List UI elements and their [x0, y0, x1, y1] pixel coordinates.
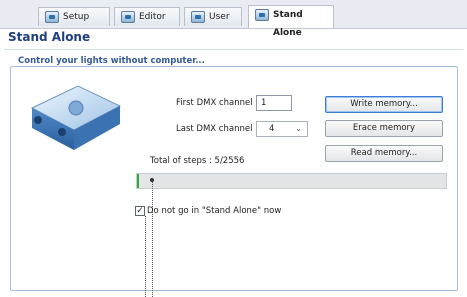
tab-label: Editor	[139, 12, 166, 22]
total-steps-label: Total of steps : 5/2556	[150, 156, 245, 166]
last-dmx-channel-value: 4	[269, 124, 275, 134]
erase-memory-button[interactable]: Erace memory	[325, 120, 443, 137]
tab-stand-alone[interactable]: Stand Alone	[248, 5, 334, 38]
dmx-interface-device-image	[30, 85, 122, 150]
first-dmx-channel-label: First DMX channel	[176, 98, 253, 108]
tab-editor[interactable]: Editor	[114, 7, 180, 26]
last-dmx-channel-select[interactable]: 4 ⌄	[256, 121, 308, 137]
write-memory-button[interactable]: Write memory...	[325, 96, 443, 113]
page-title: Stand Alone	[8, 30, 91, 44]
do-not-go-stand-alone-checkbox[interactable]: ✓	[135, 206, 145, 216]
title-divider	[4, 49, 463, 50]
guide-line	[145, 216, 146, 297]
tab-user[interactable]: User	[184, 7, 242, 26]
guide-line	[152, 182, 153, 297]
chevron-down-icon: ⌄	[295, 124, 302, 133]
progress-fill	[137, 174, 140, 188]
setup-icon	[45, 11, 59, 23]
do-not-go-stand-alone-label: Do not go in "Stand Alone" now	[147, 206, 282, 216]
read-memory-button[interactable]: Read memory...	[325, 145, 443, 162]
last-dmx-channel-label: Last DMX channel	[176, 124, 253, 134]
tab-label: Setup	[63, 12, 90, 22]
stand-alone-icon	[255, 9, 269, 21]
editor-icon	[121, 11, 135, 23]
tab-label: User	[209, 12, 230, 22]
progress-marker-dot	[150, 178, 154, 182]
first-dmx-channel-input[interactable]: 1	[256, 95, 292, 111]
memory-progress-bar	[136, 173, 447, 189]
panel-subtitle: Control your lights without computer...	[18, 56, 205, 66]
tab-label: Stand Alone	[273, 10, 303, 38]
tab-setup[interactable]: Setup	[38, 7, 110, 26]
user-icon	[191, 11, 205, 23]
tab-bar: Setup Editor User Stand Alone	[0, 0, 467, 38]
